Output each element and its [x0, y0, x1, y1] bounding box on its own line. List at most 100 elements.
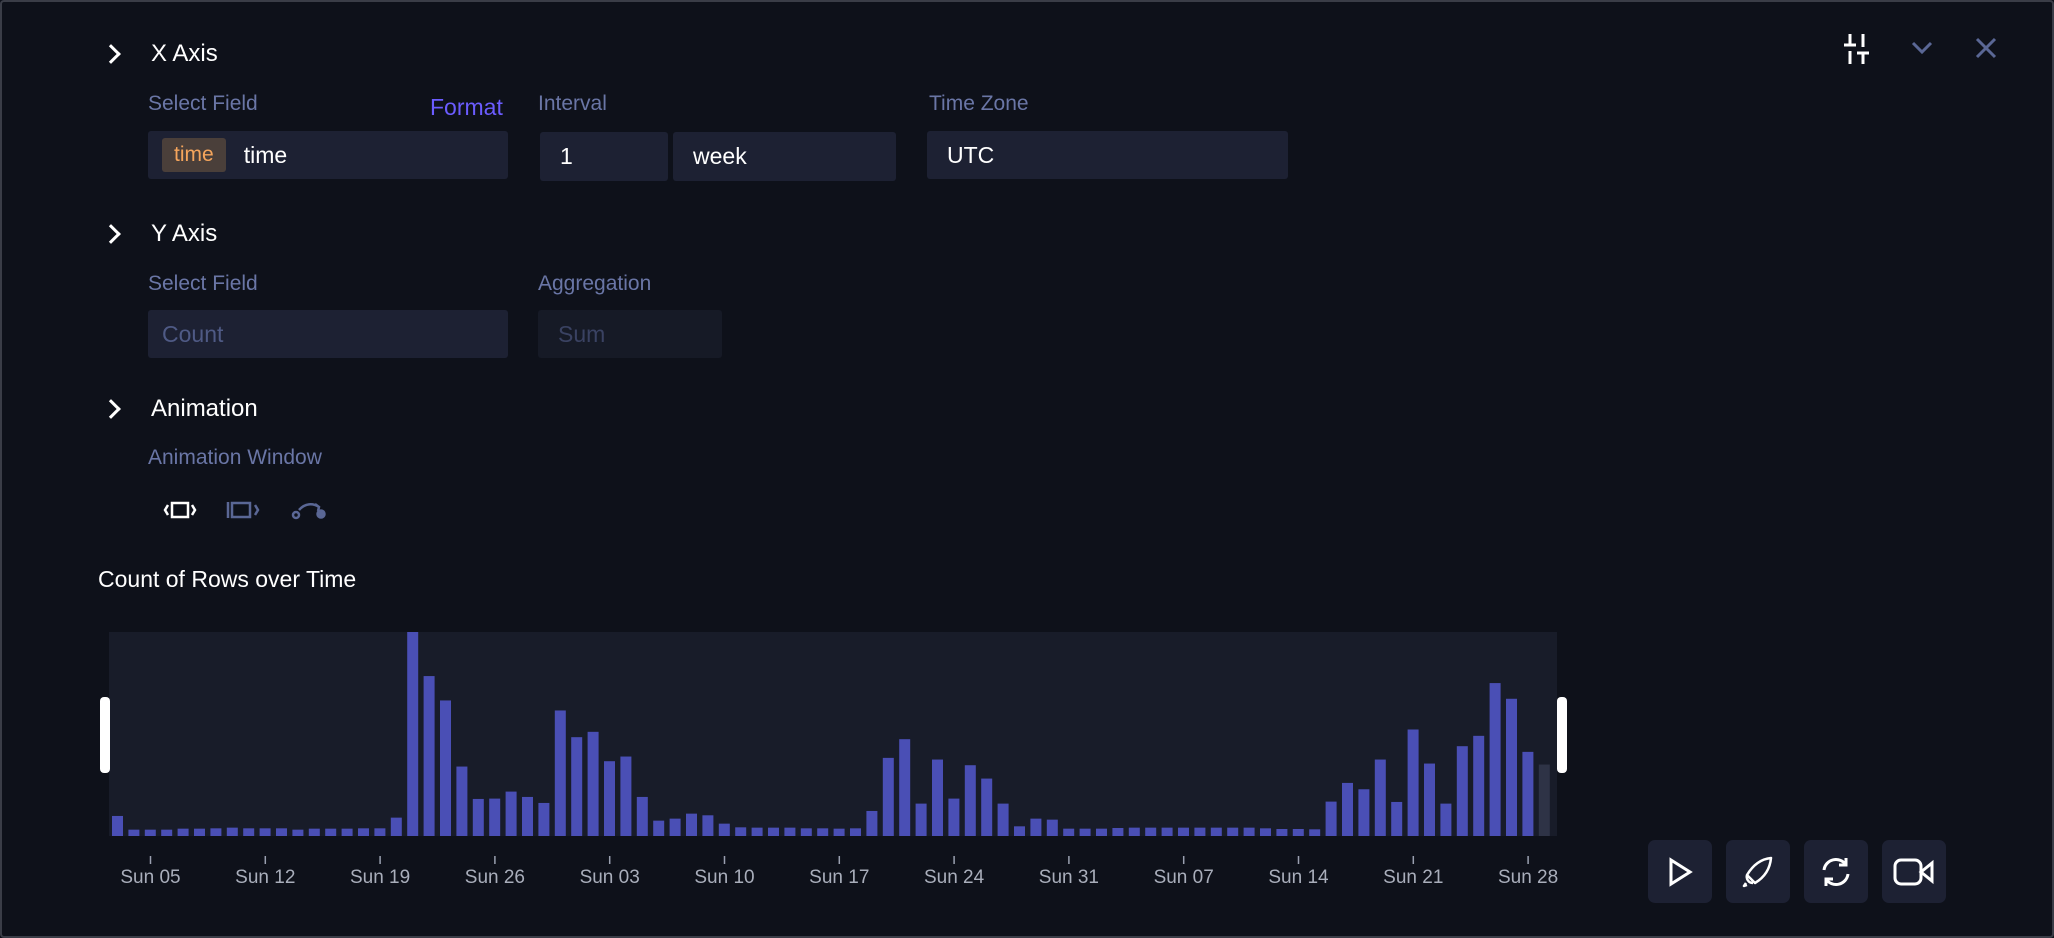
bar — [161, 829, 173, 836]
refresh-icon — [1822, 857, 1850, 886]
bar — [604, 761, 615, 836]
plot-area — [109, 632, 1557, 836]
x-tick-label: Sun 07 — [1153, 867, 1214, 888]
bar — [1014, 826, 1025, 836]
bar — [866, 810, 878, 836]
bar — [1030, 818, 1042, 836]
bar — [243, 828, 255, 836]
bar — [636, 796, 648, 836]
bar — [259, 828, 271, 836]
bar — [341, 828, 353, 836]
bar — [1456, 746, 1468, 836]
bar — [1046, 819, 1058, 836]
bar — [800, 828, 812, 836]
bar — [882, 757, 894, 836]
refresh-button[interactable] — [1804, 840, 1868, 903]
bar — [407, 632, 419, 836]
bar — [1374, 759, 1386, 836]
bar — [1440, 803, 1452, 836]
bar — [538, 802, 550, 836]
x-tick-label: Sun 14 — [1268, 867, 1329, 888]
bar — [112, 815, 123, 836]
bar — [686, 813, 697, 836]
bar — [571, 737, 583, 836]
bar — [1342, 782, 1353, 836]
record-video-button[interactable] — [1882, 840, 1946, 903]
bar — [489, 798, 501, 836]
video-icon — [1893, 858, 1934, 885]
bar — [128, 829, 140, 836]
x-tick-label: Sun 17 — [809, 867, 870, 888]
bar — [784, 827, 796, 836]
bar — [1407, 729, 1419, 836]
bar — [1079, 828, 1091, 836]
bar — [932, 759, 943, 836]
bar — [456, 766, 468, 836]
bar — [1506, 698, 1517, 836]
bar — [472, 798, 484, 836]
play-button[interactable] — [1648, 840, 1712, 903]
x-tick-label: Sun 10 — [694, 867, 755, 888]
bar — [768, 827, 779, 836]
bar — [1096, 828, 1107, 836]
bar — [1128, 827, 1140, 836]
x-tick-label: Sun 26 — [464, 867, 525, 888]
bar-current-period — [1538, 764, 1550, 836]
bar — [554, 710, 566, 836]
bar — [226, 827, 238, 836]
x-tick-label: Sun 12 — [235, 867, 296, 888]
bar — [1161, 827, 1173, 836]
bar — [1358, 789, 1370, 836]
brush-handle-right[interactable] — [1557, 697, 1567, 773]
bar — [587, 731, 599, 836]
bar — [653, 820, 665, 836]
bar — [981, 778, 993, 836]
bar — [505, 791, 517, 836]
x-tick-label: Sun 31 — [1038, 867, 1099, 888]
bar — [735, 827, 747, 836]
x-tick-label: Sun 24 — [923, 867, 985, 888]
bar — [1227, 827, 1239, 836]
bar — [210, 828, 222, 836]
bar — [1112, 827, 1124, 836]
bar — [1063, 828, 1075, 836]
bar — [899, 739, 911, 836]
bar — [292, 829, 304, 836]
x-tick-label: Sun 28 — [1497, 867, 1559, 888]
bar — [1309, 829, 1321, 836]
bar — [833, 828, 845, 836]
x-tick-label: Sun 21 — [1383, 867, 1444, 888]
bar — [997, 803, 1009, 836]
bar — [440, 700, 451, 836]
play-icon — [1669, 856, 1693, 887]
bar — [144, 829, 156, 836]
bar — [817, 828, 829, 836]
bar — [718, 823, 730, 836]
speed-button[interactable] — [1726, 840, 1790, 903]
x-tick-label: Sun 03 — [579, 867, 640, 888]
bar — [1276, 828, 1288, 836]
bar — [358, 828, 369, 836]
bar — [325, 828, 337, 836]
bar — [1391, 801, 1403, 836]
bar — [915, 803, 927, 836]
bar — [1210, 827, 1222, 836]
bar — [1424, 763, 1435, 836]
bar — [177, 828, 189, 836]
bar — [423, 676, 435, 836]
bar — [1178, 827, 1189, 836]
x-tick-label: Sun 19 — [349, 867, 411, 888]
bar — [1325, 801, 1337, 836]
bar — [390, 817, 402, 836]
time-histogram-chart[interactable] — [0, 0, 2054, 938]
bar — [964, 765, 976, 836]
bar — [1194, 827, 1206, 836]
bar — [1260, 828, 1271, 836]
bar — [1292, 828, 1304, 836]
bar — [751, 827, 763, 836]
bar — [669, 818, 681, 836]
brush-handle-left[interactable] — [100, 697, 110, 773]
bar — [850, 828, 861, 836]
bar — [1522, 751, 1534, 836]
bar — [948, 798, 960, 836]
